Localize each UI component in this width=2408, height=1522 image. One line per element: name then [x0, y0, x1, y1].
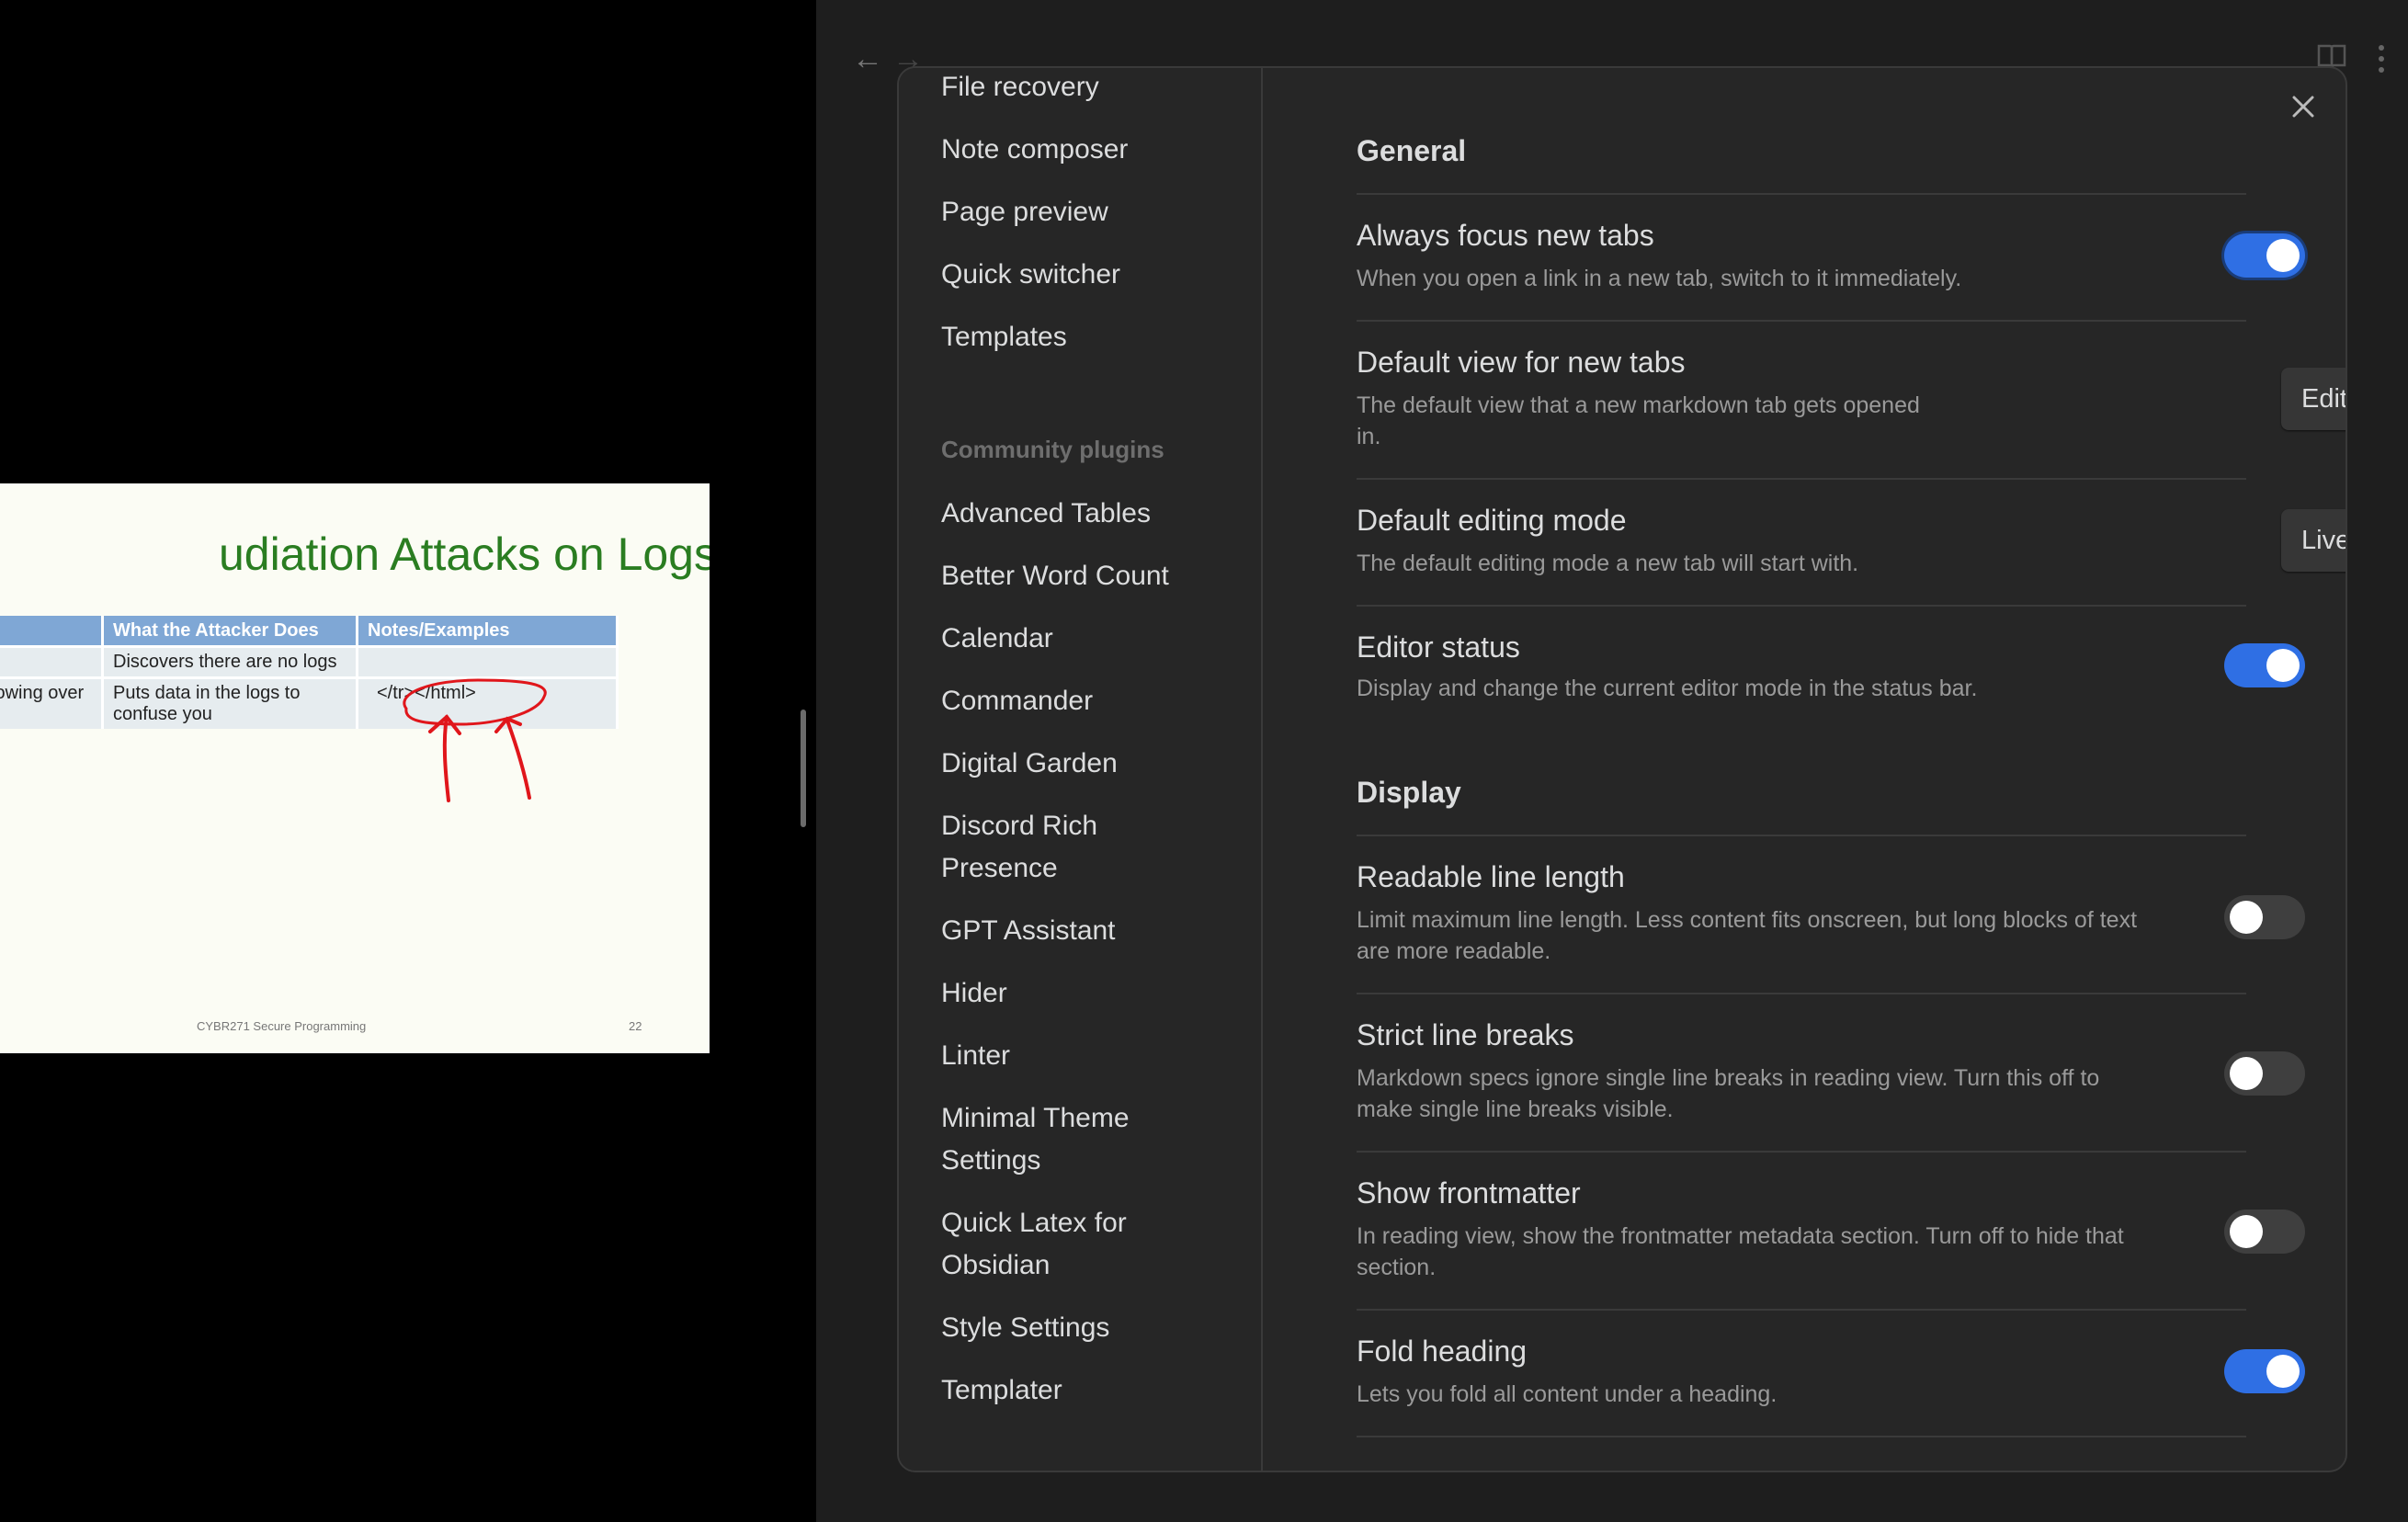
settings-modal: File recovery Note composer Page preview… — [897, 66, 2347, 1472]
sidebar-item-templater[interactable]: Templater — [941, 1369, 1235, 1412]
toggle-knob — [2266, 649, 2300, 682]
sidebar-item-hider[interactable]: Hider — [941, 972, 1235, 1015]
sidebar-item-quick-latex[interactable]: Quick Latex for Obsidian — [941, 1202, 1162, 1287]
sidebar-item-page-preview[interactable]: Page preview — [941, 191, 1235, 233]
setting-description: In reading view, show the frontmatter me… — [1357, 1223, 2124, 1280]
toggle-knob — [2230, 1057, 2263, 1090]
setting-name: Default editing mode — [1357, 504, 1627, 537]
setting-description: Limit maximum line length. Less content … — [1357, 907, 2138, 964]
default-view-dropdown[interactable]: Editing view — [2281, 368, 2346, 430]
slide-cell — [0, 645, 104, 678]
sidebar-item-note-composer[interactable]: Note composer — [941, 129, 1235, 171]
toggle-knob — [2230, 1215, 2263, 1248]
setting-name: Fold heading — [1357, 1335, 1528, 1368]
sidebar-item-quick-switcher[interactable]: Quick switcher — [941, 254, 1235, 296]
toggle-knob — [2266, 1355, 2300, 1388]
toggle-knob — [2230, 901, 2263, 934]
divider — [1357, 478, 2246, 480]
sidebar-item-better-word-count[interactable]: Better Word Count — [941, 555, 1235, 597]
slide-footer: CYBR271 Secure Programming — [197, 1019, 367, 1033]
left-pane: udiation Attacks on Logs ample What the … — [0, 0, 816, 1522]
fold-heading-toggle[interactable] — [2224, 1349, 2305, 1393]
pane-resize-handle[interactable] — [801, 710, 806, 827]
setting-description: When you open a link in a new tab, switc… — [1357, 266, 1962, 291]
readable-line-length-toggle[interactable] — [2224, 895, 2305, 939]
setting-name: Default view for new tabs — [1357, 346, 1686, 379]
slide-cell — [357, 645, 619, 678]
slide-cell: Discovers there are no logs — [102, 645, 358, 678]
sidebar-item-linter[interactable]: Linter — [941, 1035, 1235, 1077]
divider — [1357, 835, 2246, 836]
show-frontmatter-toggle[interactable] — [2224, 1210, 2305, 1254]
sidebar-item-style-settings[interactable]: Style Settings — [941, 1307, 1235, 1349]
sidebar-item-digital-garden[interactable]: Digital Garden — [941, 743, 1235, 785]
slide-cell: data flowing over ork — [0, 676, 104, 729]
toggle-knob — [2266, 239, 2300, 272]
slide-table-header: ample What the Attacker Does Notes/Examp… — [0, 616, 619, 647]
setting-description: Display and change the current editor mo… — [1357, 676, 1978, 701]
settings-content: General Always focus new tabs When you o… — [1261, 68, 2346, 1471]
section-heading-general: General — [1357, 134, 1467, 167]
slide-table-row: data flowing over ork Puts data in the l… — [0, 676, 619, 729]
setting-description: The default editing mode a new tab will … — [1357, 551, 1859, 576]
divider — [1357, 993, 2246, 994]
slide-cell: Puts data in the logs to confuse you — [102, 676, 358, 729]
dropdown-value: Live Preview — [2301, 526, 2346, 555]
more-options-icon[interactable] — [2377, 42, 2386, 75]
setting-name: Show frontmatter — [1357, 1176, 1581, 1210]
section-heading-display: Display — [1357, 776, 1461, 809]
slide-header-cell: What the Attacker Does — [102, 616, 358, 647]
dropdown-value: Editing view — [2301, 384, 2346, 414]
settings-sidebar: File recovery Note composer Page preview… — [899, 68, 1263, 1471]
slide-table: ample What the Attacker Does Notes/Examp… — [0, 616, 619, 729]
setting-description: The default view that a new markdown tab… — [1357, 392, 1920, 449]
sidebar-item-file-recovery[interactable]: File recovery — [941, 68, 1235, 108]
always-focus-new-tabs-toggle[interactable] — [2224, 233, 2305, 278]
strict-line-breaks-toggle[interactable] — [2224, 1051, 2305, 1096]
sidebar-item-commander[interactable]: Commander — [941, 680, 1235, 722]
back-arrow-icon[interactable]: ← — [849, 40, 886, 77]
divider — [1357, 320, 2246, 322]
setting-name: Readable line length — [1357, 860, 1625, 893]
sidebar-item-advanced-tables[interactable]: Advanced Tables — [941, 493, 1235, 535]
setting-name: Always focus new tabs — [1357, 219, 1654, 252]
slide-title: udiation Attacks on Logs — [218, 528, 710, 580]
default-editing-mode-dropdown[interactable]: Live Preview — [2281, 509, 2346, 572]
slide-table-row: Discovers there are no logs — [0, 645, 619, 678]
divider — [1357, 193, 2246, 195]
editor-status-toggle[interactable] — [2224, 643, 2305, 687]
slide-page-number: 22 — [629, 1019, 642, 1033]
sidebar-item-discord-rich-presence[interactable]: Discord Rich Presence — [941, 805, 1143, 890]
divider — [1357, 1151, 2246, 1153]
sidebar-item-calendar[interactable]: Calendar — [941, 618, 1235, 660]
setting-name: Strict line breaks — [1357, 1018, 1574, 1051]
community-plugins-heading: Community plugins — [941, 436, 1164, 463]
setting-name: Editor status — [1357, 630, 1520, 664]
slide-cell: </tr></html> — [357, 676, 619, 729]
divider — [1357, 605, 2246, 607]
setting-description: Markdown specs ignore single line breaks… — [1357, 1065, 2100, 1122]
sidebar-item-templates[interactable]: Templates — [941, 316, 1235, 358]
lecture-slide: udiation Attacks on Logs ample What the … — [0, 483, 710, 1053]
sidebar-item-minimal-theme-settings[interactable]: Minimal Theme Settings — [941, 1097, 1162, 1182]
slide-header-cell: Notes/Examples — [357, 616, 619, 647]
sidebar-item-gpt-assistant[interactable]: GPT Assistant — [941, 910, 1235, 952]
divider — [1357, 1436, 2246, 1437]
setting-description: Lets you fold all content under a headin… — [1357, 1381, 1778, 1407]
divider — [1357, 1309, 2246, 1311]
slide-header-cell: ample — [0, 616, 104, 647]
